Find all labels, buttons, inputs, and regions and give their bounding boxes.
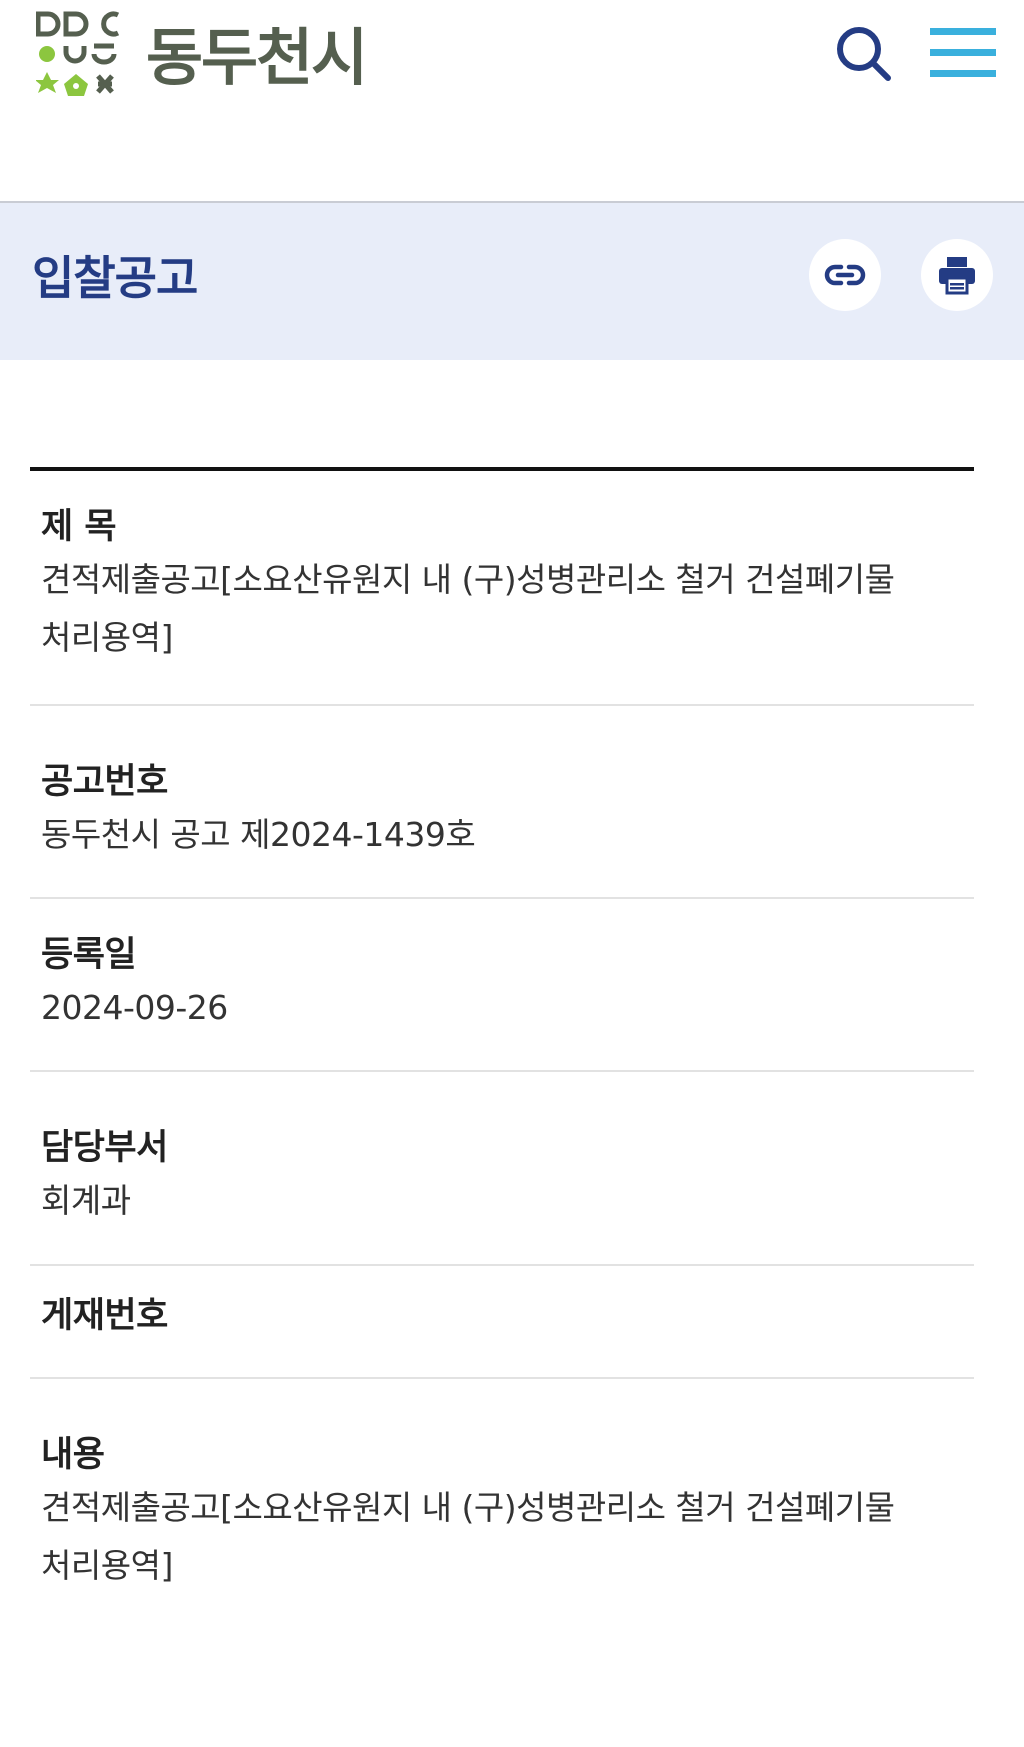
title-value: 견적제출공고[소요산유원지 내 (구)성병관리소 철거 건설폐기물 처리용역] xyxy=(41,560,895,657)
notice-number-value: 동두천시 공고 제2024-1439호 xyxy=(41,815,476,854)
notice-number-label: 공고번호 xyxy=(41,762,168,802)
printer-icon xyxy=(939,257,975,295)
search-icon xyxy=(837,27,891,81)
detail-row-department: 담당부서 회계과 xyxy=(30,1072,974,1266)
copy-link-button[interactable] xyxy=(809,239,881,311)
hamburger-menu-icon xyxy=(930,28,996,77)
content-label: 내용 xyxy=(41,1435,105,1475)
search-button[interactable] xyxy=(826,16,902,92)
print-button[interactable] xyxy=(921,239,993,311)
detail-row-registered-date: 등록일 2024-09-26 xyxy=(30,899,974,1072)
content-value: 견적제출공고[소요산유원지 내 (구)성병관리소 철거 건설폐기물 처리용역] xyxy=(41,1488,895,1585)
logo-mark-icon xyxy=(36,11,120,96)
publish-number-label: 게재번호 xyxy=(41,1296,168,1336)
detail-row-publish-number: 게재번호 xyxy=(30,1266,974,1379)
menu-button[interactable] xyxy=(926,16,1000,90)
page-title-band: 입찰공고 xyxy=(0,203,1024,360)
notice-detail: 제 목 견적제출공고[소요산유원지 내 (구)성병관리소 철거 건설폐기물 처리… xyxy=(30,467,974,1595)
site-name: 동두천시 xyxy=(146,21,368,94)
detail-row-title: 제 목 견적제출공고[소요산유원지 내 (구)성병관리소 철거 건설폐기물 처리… xyxy=(30,471,974,706)
site-logo[interactable]: 동두천시 xyxy=(36,10,368,106)
detail-row-notice-number: 공고번호 동두천시 공고 제2024-1439호 xyxy=(30,706,974,899)
registered-date-label: 등록일 xyxy=(41,935,137,975)
department-label: 담당부서 xyxy=(41,1128,168,1168)
page-title: 입찰공고 xyxy=(32,251,198,305)
link-icon xyxy=(824,264,866,286)
detail-row-content: 내용 견적제출공고[소요산유원지 내 (구)성병관리소 철거 건설폐기물 처리용… xyxy=(30,1379,974,1595)
site-header: 동두천시 xyxy=(0,0,1024,203)
department-value: 회계과 xyxy=(41,1181,131,1220)
title-label: 제 목 xyxy=(41,507,117,547)
registered-date-value: 2024-09-26 xyxy=(41,988,228,1027)
